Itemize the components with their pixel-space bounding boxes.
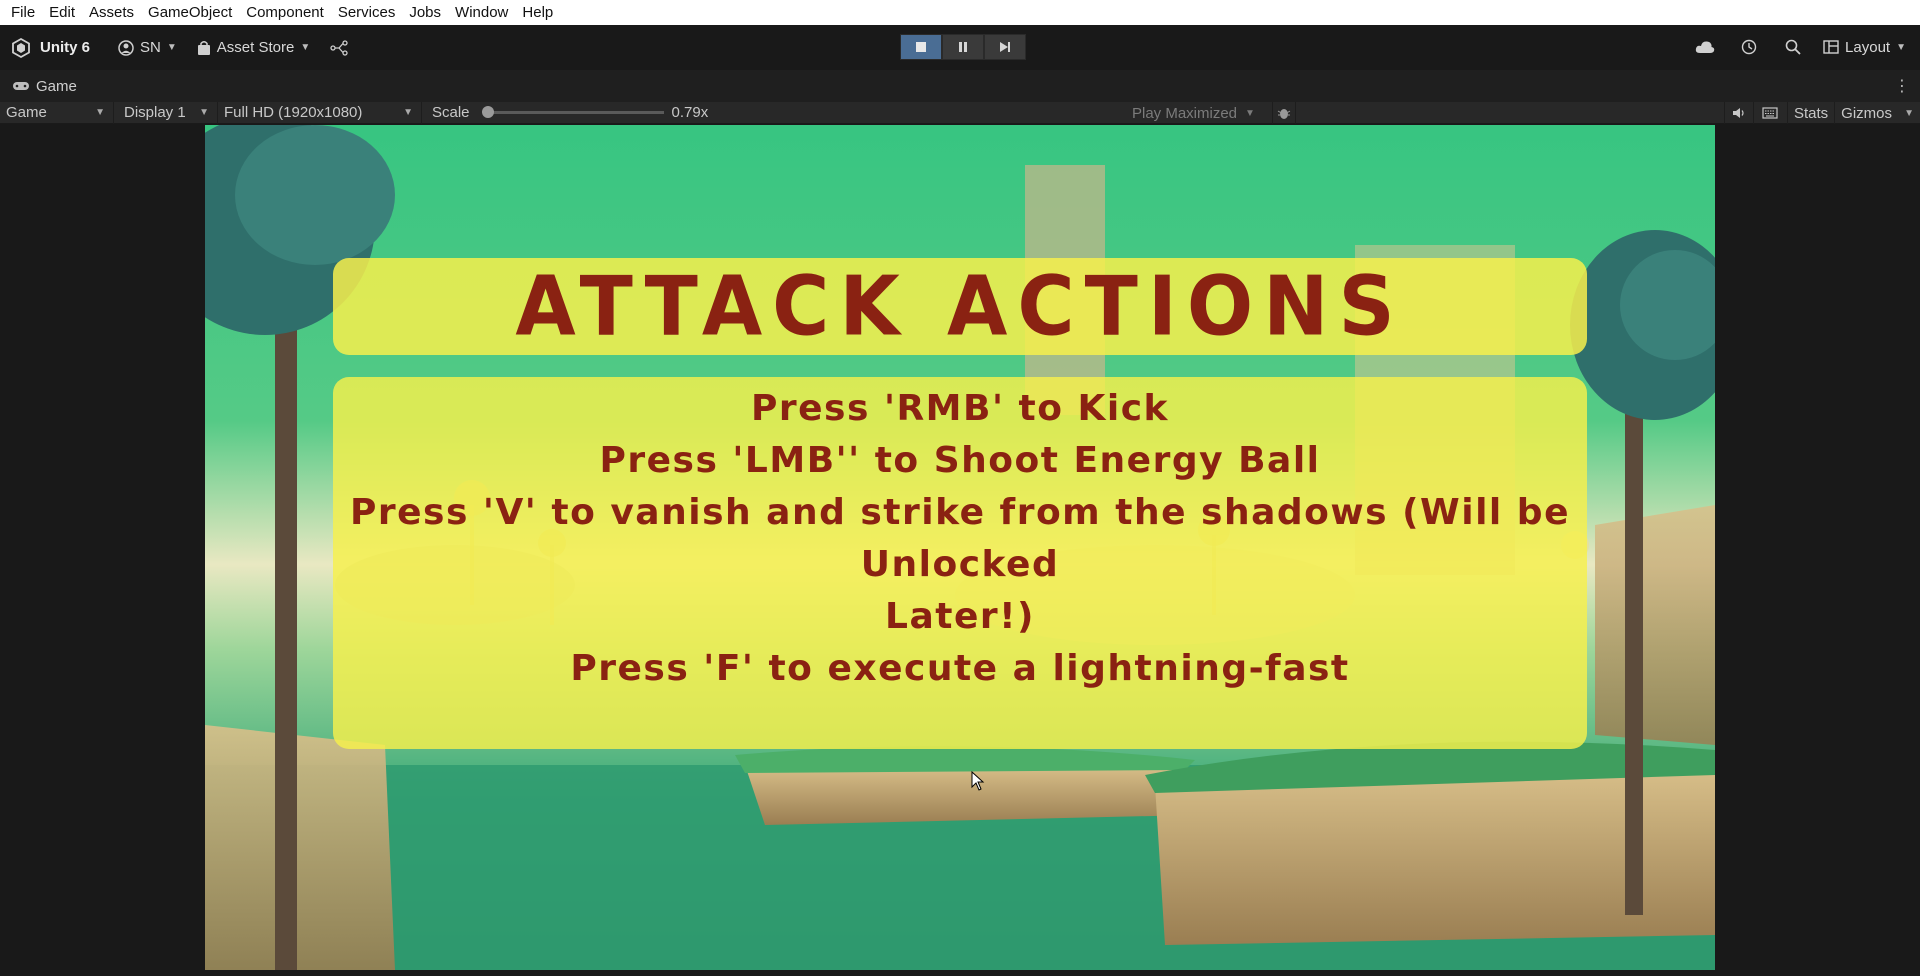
tab-game-label: Game (36, 77, 77, 95)
toolbar-right: Layout ▼ (1683, 32, 1920, 62)
display-label: Display 1 (124, 104, 186, 121)
stop-icon (916, 42, 926, 52)
layout-label: Layout (1845, 38, 1891, 56)
instruction-vanish: Press 'V' to vanish and strike from the … (349, 492, 1570, 585)
title-panel: ATTACK ACTIONS (333, 258, 1587, 355)
debug-toggle[interactable] (1272, 102, 1296, 124)
view-mode-dropdown[interactable]: Game ▼ (0, 101, 114, 124)
version-control-button[interactable] (322, 33, 356, 63)
asset-store-dropdown[interactable]: Asset Store ▼ (189, 33, 318, 63)
gamepad-icon (13, 82, 29, 90)
unity-editor-window: File Edit Assets GameObject Component Se… (0, 0, 1920, 976)
chevron-down-icon: ▼ (199, 107, 209, 118)
chevron-down-icon: ▼ (1896, 41, 1906, 53)
layout-dropdown[interactable]: Layout ▼ (1815, 32, 1920, 62)
account-dropdown[interactable]: SN ▼ (110, 33, 185, 63)
stats-button[interactable]: Stats (1788, 102, 1836, 124)
mouse-cursor-icon (971, 771, 985, 791)
search-icon (1785, 39, 1801, 55)
scale-control: Scale 0.79x (422, 104, 708, 121)
gizmos-label: Gizmos (1841, 104, 1892, 122)
keyboard-icon (1762, 107, 1779, 119)
history-icon (1741, 39, 1757, 55)
chevron-down-icon: ▼ (300, 42, 311, 53)
menu-assets[interactable]: Assets (82, 0, 141, 25)
menu-bar: File Edit Assets GameObject Component Se… (0, 0, 1920, 25)
more-options-icon[interactable]: ⋮ (1894, 76, 1910, 96)
view-mode-label: Game (6, 104, 47, 121)
main-toolbar: Unity 6 SN ▼ Asset Store ▼ Layout ▼ (0, 25, 1920, 70)
unity-version-button[interactable]: Unity 6 (0, 33, 98, 63)
game-toolbar-right: Stats Gizmos ▼ (1723, 102, 1920, 124)
account-label: SN (140, 39, 161, 56)
tab-game[interactable]: Game (0, 78, 77, 95)
account-icon (118, 39, 134, 56)
menu-gameobject[interactable]: GameObject (141, 0, 239, 25)
instructions-panel: Press 'RMB' to Kick Press 'LMB'' to Shoo… (333, 377, 1587, 749)
menu-services[interactable]: Services (331, 0, 403, 25)
scale-label: Scale (432, 104, 470, 121)
scale-value: 0.79x (671, 104, 709, 121)
instruction-energy-ball: Press 'LMB'' to Shoot Energy Ball (599, 440, 1321, 481)
pause-button[interactable] (942, 34, 984, 60)
instruction-vanish-cont: Later!) (885, 596, 1035, 637)
menu-window[interactable]: Window (448, 0, 515, 25)
playmode-controls (900, 34, 1026, 60)
game-viewport[interactable]: ATTACK ACTIONS Press 'RMB' to Kick Press… (205, 125, 1715, 970)
unity-version-label: Unity 6 (40, 39, 91, 56)
unity-logo-icon (12, 37, 30, 58)
attack-actions-title: ATTACK ACTIONS (515, 259, 1405, 354)
branch-icon (330, 39, 348, 56)
chevron-down-icon: ▼ (1904, 107, 1914, 119)
game-view-toolbar: Game ▼ Display 1 ▼ Full HD (1920x1080) ▼… (0, 101, 1920, 124)
search-button[interactable] (1771, 32, 1815, 62)
play-stop-button[interactable] (900, 34, 942, 60)
step-forward-icon (1000, 42, 1010, 52)
menu-jobs[interactable]: Jobs (402, 0, 448, 25)
menu-edit[interactable]: Edit (42, 0, 82, 25)
menu-help[interactable]: Help (515, 0, 560, 25)
chevron-down-icon: ▼ (1245, 107, 1255, 119)
game-tab-bar: Game ⋮ (0, 70, 1920, 102)
history-button[interactable] (1727, 32, 1771, 62)
chevron-down-icon: ▼ (403, 107, 413, 118)
mute-audio-button[interactable] (1723, 102, 1754, 124)
instruction-lightning: Press 'F' to execute a lightning-fast (570, 648, 1350, 689)
chevron-down-icon: ▼ (95, 107, 105, 118)
instruction-kick: Press 'RMB' to Kick (751, 388, 1169, 429)
play-maximized-dropdown[interactable]: Play Maximized ▼ (1132, 102, 1255, 124)
resolution-dropdown[interactable]: Full HD (1920x1080) ▼ (218, 101, 422, 124)
asset-store-label: Asset Store (216, 39, 295, 56)
pause-icon (959, 42, 967, 52)
gizmos-dropdown[interactable]: Gizmos ▼ (1835, 102, 1920, 124)
stats-label: Stats (1793, 104, 1829, 122)
speaker-icon (1732, 108, 1744, 118)
step-button[interactable] (984, 34, 1026, 60)
resolution-label: Full HD (1920x1080) (224, 104, 363, 121)
scale-slider-thumb[interactable] (481, 106, 494, 118)
bug-icon (1277, 109, 1291, 119)
display-dropdown[interactable]: Display 1 ▼ (114, 101, 218, 124)
play-maximized-label: Play Maximized (1132, 104, 1238, 122)
chevron-down-icon: ▼ (166, 42, 177, 53)
scale-slider[interactable] (481, 106, 664, 118)
shopping-bag-icon (197, 40, 210, 55)
cloud-icon (1695, 41, 1715, 53)
shortcuts-button[interactable] (1754, 102, 1788, 124)
menu-component[interactable]: Component (239, 0, 331, 25)
menu-file[interactable]: File (4, 0, 42, 25)
layout-icon (1823, 40, 1839, 54)
cloud-button[interactable] (1683, 32, 1727, 62)
